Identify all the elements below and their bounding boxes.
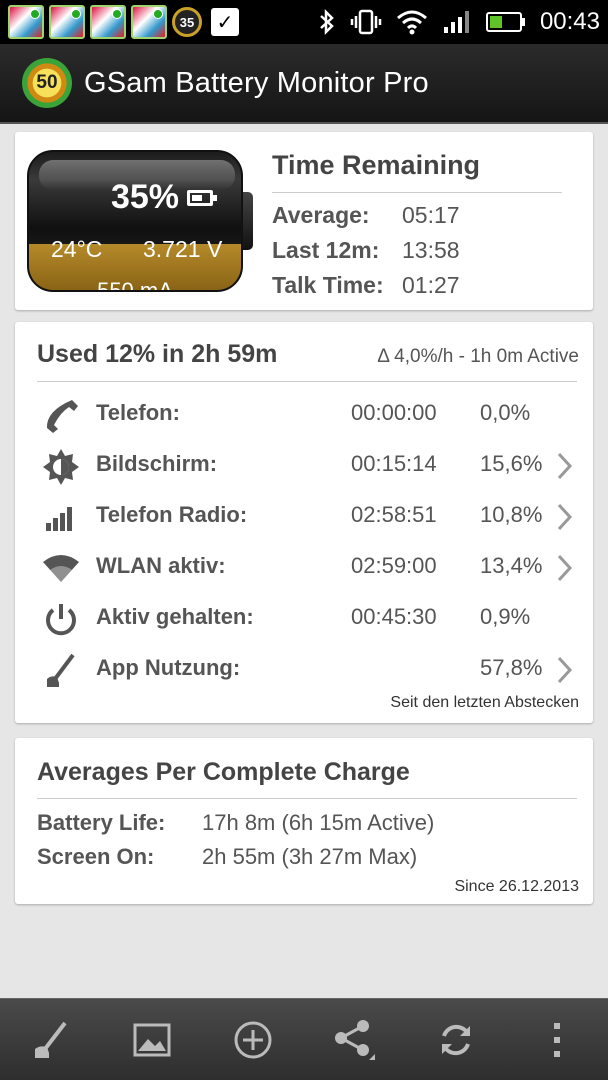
- averages-footnote: Since 26.12.2013: [454, 878, 579, 895]
- usage-label: App Nutzung:: [96, 655, 241, 680]
- status-bar: 35 ✓ 00:43: [0, 0, 608, 44]
- usage-percent: 13,4%: [480, 553, 543, 578]
- usage-title: Used 12% in 2h 59m: [37, 340, 278, 368]
- row-value: 01:27: [402, 272, 460, 298]
- usage-label: WLAN aktiv:: [96, 553, 226, 578]
- usage-card: Used 12% in 2h 59m Δ 4,0%/h - 1h 0m Acti…: [15, 322, 593, 723]
- battery-voltage: 3.721 V: [143, 236, 223, 262]
- phone-icon: [41, 396, 81, 436]
- averages-title: Averages Per Complete Charge: [37, 758, 410, 786]
- chevron-right-icon[interactable]: [555, 502, 575, 537]
- chevron-right-icon[interactable]: [555, 451, 575, 486]
- app-usage-icon: [34, 1021, 67, 1058]
- usage-rate: Δ 4,0%/h - 1h 0m Active: [377, 346, 579, 367]
- usage-percent: 10,8%: [480, 502, 543, 527]
- battery-current: 550 mA: [97, 278, 173, 292]
- app-bar: 50 GSam Battery Monitor Pro: [0, 44, 608, 124]
- chevron-right-icon[interactable]: [555, 655, 575, 690]
- shopping-bag-check-icon: ✓: [211, 8, 239, 36]
- brightness-icon: [41, 447, 81, 487]
- row-value: 05:17: [402, 202, 460, 228]
- clock: 00:43: [539, 8, 600, 35]
- divider: [37, 798, 577, 799]
- usage-label: Aktiv gehalten:: [96, 604, 254, 629]
- battery-graphic: 35% 24°C 3.721 V 550 mA: [27, 150, 243, 292]
- time-remaining-row: Average: 05:17: [272, 202, 460, 229]
- usage-label: Telefon:: [96, 400, 180, 425]
- row-label: Screen On:: [37, 844, 155, 869]
- add-button[interactable]: [223, 1010, 283, 1070]
- notification-icons: 35 ✓: [8, 5, 239, 39]
- usage-percent: 57,8%: [480, 655, 543, 680]
- usage-label: Telefon Radio:: [96, 502, 248, 527]
- overflow-menu-button[interactable]: [527, 1010, 587, 1070]
- share-button[interactable]: [325, 1010, 385, 1070]
- battery-status-icon: [485, 11, 526, 33]
- wifi-icon: [41, 549, 81, 589]
- vibrate-icon: [350, 8, 382, 36]
- usage-label: Bildschirm:: [96, 451, 218, 476]
- divider: [37, 381, 577, 382]
- usage-row-apps[interactable]: App Nutzung: 57,8%: [15, 645, 593, 693]
- battery-terminal: [243, 192, 253, 250]
- signal-icon: [442, 9, 472, 35]
- app-logo-icon[interactable]: 50: [22, 58, 72, 108]
- row-value: 2h 55m (3h 27m Max): [202, 844, 418, 869]
- usage-percent: 0,9%: [480, 604, 531, 629]
- game-notification-icon: [131, 5, 167, 39]
- bottom-toolbar: [0, 998, 608, 1080]
- usage-time: 00:00:00: [351, 400, 437, 425]
- time-remaining-row: Talk Time: 01:27: [272, 272, 460, 299]
- time-remaining-title: Time Remaining: [272, 150, 481, 180]
- add-circle-icon: [234, 1021, 272, 1058]
- time-remaining-row: Last 12m: 13:58: [272, 237, 460, 264]
- averages-row: Screen On: 2h 55m (3h 27m Max): [37, 844, 417, 870]
- row-label: Battery Life:: [37, 810, 166, 835]
- power-icon: [41, 600, 81, 640]
- row-value: 17h 8m (6h 15m Active): [202, 810, 435, 835]
- signal-bars-icon: [41, 498, 81, 538]
- usage-percent: 0,0%: [480, 400, 531, 425]
- share-icon: [334, 1019, 375, 1060]
- game-notification-icon: [8, 5, 44, 39]
- chevron-right-icon[interactable]: [555, 553, 575, 588]
- usage-row-screen[interactable]: Bildschirm: 00:15:14 15,6%: [15, 441, 593, 489]
- badge-notification-icon: 35: [172, 7, 202, 37]
- app-title: GSam Battery Monitor Pro: [84, 66, 429, 99]
- battery-status-card[interactable]: 35% 24°C 3.721 V 550 mA Time Remaining A…: [15, 132, 593, 310]
- averages-row: Battery Life: 17h 8m (6h 15m Active): [37, 810, 434, 836]
- usage-percent: 15,6%: [480, 451, 543, 476]
- usage-time: 02:59:00: [351, 553, 437, 578]
- usage-row-wlan[interactable]: WLAN aktiv: 02:59:00 13,4%: [15, 543, 593, 591]
- app-usage-icon: [41, 651, 81, 691]
- usage-time: 00:15:14: [351, 451, 437, 476]
- row-label: Last 12m:: [272, 237, 380, 263]
- overflow-menu-icon: [554, 1022, 561, 1057]
- usage-footnote: Seit den letzten Abstecken: [390, 694, 579, 711]
- battery-percent: 35%: [110, 178, 179, 216]
- row-label: Average:: [272, 202, 370, 228]
- usage-row-keepawake: Aktiv gehalten: 00:45:30 0,9%: [15, 594, 593, 642]
- usage-time: 02:58:51: [351, 502, 437, 527]
- image-icon: [133, 1023, 171, 1056]
- refresh-button[interactable]: [426, 1010, 486, 1070]
- divider: [272, 192, 562, 193]
- image-button[interactable]: [122, 1010, 182, 1070]
- usage-row-radio[interactable]: Telefon Radio: 02:58:51 10,8%: [15, 492, 593, 540]
- wifi-status-icon: [396, 9, 428, 35]
- row-value: 13:58: [402, 237, 460, 263]
- game-notification-icon: [49, 5, 85, 39]
- usage-time: 00:45:30: [351, 604, 437, 629]
- averages-card: Averages Per Complete Charge Battery Lif…: [15, 738, 593, 904]
- game-notification-icon: [90, 5, 126, 39]
- refresh-icon: [441, 1024, 470, 1055]
- bluetooth-icon: [318, 8, 336, 36]
- row-label: Talk Time:: [272, 272, 384, 298]
- battery-small-icon: [187, 190, 217, 206]
- usage-row-phone: Telefon: 00:00:00 0,0%: [15, 390, 593, 438]
- app-usage-button[interactable]: [21, 1010, 81, 1070]
- battery-temperature: 24°C: [51, 236, 103, 262]
